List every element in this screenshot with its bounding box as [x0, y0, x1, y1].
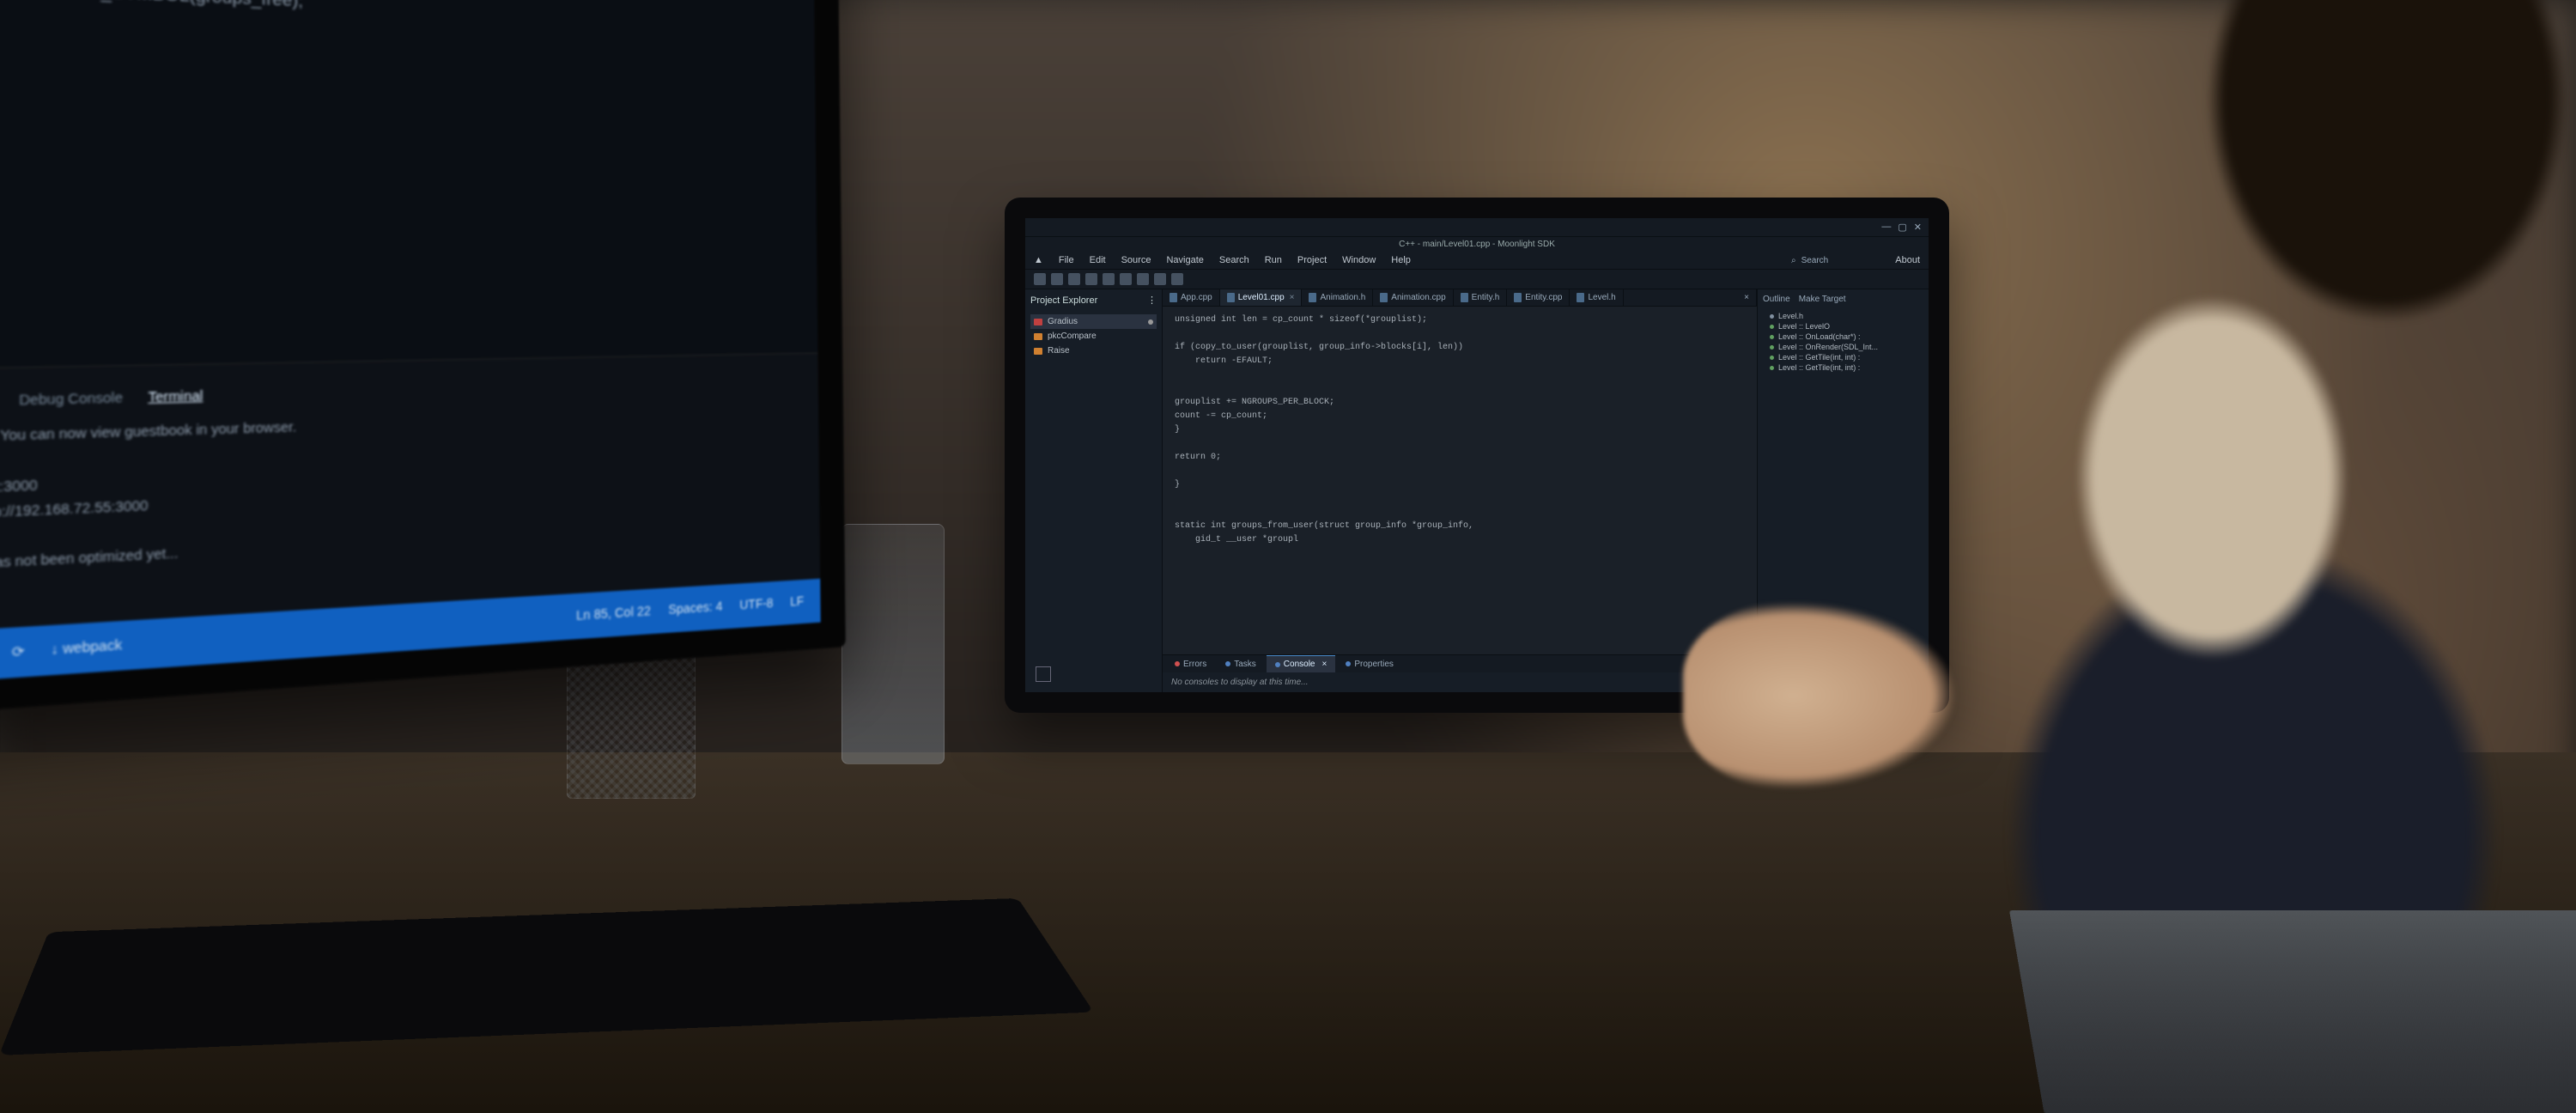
laptop-screen: — ▢ ✕ C++ - main/Level01.cpp - Moonlight…	[1005, 198, 1949, 713]
status-item[interactable]: UTF-8	[739, 589, 774, 621]
bottom-tab-errors[interactable]: Errors	[1166, 655, 1215, 672]
menu-project[interactable]: Project	[1297, 255, 1327, 265]
status-dot-icon	[1346, 661, 1351, 666]
search-icon: ⌕	[1791, 256, 1796, 265]
outline-tab[interactable]: Outline	[1763, 295, 1790, 304]
outline-node[interactable]: Level :: GetTile(int, int) :	[1763, 362, 1923, 373]
terminal-tab-terminal[interactable]: Terminal	[148, 384, 203, 410]
bullet-icon	[1770, 335, 1774, 339]
console-output: No consoles to display at this time...	[1163, 672, 1757, 692]
file-icon	[1577, 293, 1584, 302]
water-glass-prop	[841, 524, 945, 764]
monitor-code-area: group_info->blocks[i] = group_info->smal…	[22, 0, 782, 41]
outline-node[interactable]: Level :: LevelO	[1763, 321, 1923, 331]
bullet-icon	[1770, 366, 1774, 370]
search-placeholder: Search	[1801, 256, 1829, 265]
window-title: C++ - main/Level01.cpp - Moonlight SDK	[1025, 237, 1929, 252]
status-dot-icon	[1225, 661, 1230, 666]
tab-app-cpp[interactable]: App.cpp	[1163, 289, 1220, 306]
tab-animation-cpp[interactable]: Animation.cpp	[1373, 289, 1453, 306]
maximize-icon[interactable]: ▢	[1898, 222, 1906, 233]
project-explorer-title: Project Explorer	[1030, 295, 1097, 306]
app-logo-icon: ▲	[1034, 255, 1043, 265]
bottom-tab-console[interactable]: Console×	[1267, 655, 1336, 672]
menu-source[interactable]: Source	[1121, 255, 1151, 265]
file-icon	[1461, 293, 1468, 302]
status-item[interactable]: Spaces: 4	[668, 592, 722, 625]
folder-icon	[1034, 319, 1042, 325]
toolbar-run-icon[interactable]	[1103, 273, 1115, 285]
explorer-view-icon[interactable]	[1036, 666, 1051, 682]
outline-panel: Outline Make Target Level.h Level :: Lev…	[1757, 289, 1929, 692]
file-icon	[1227, 293, 1235, 302]
tab-animation-h[interactable]: Animation.h	[1302, 289, 1373, 306]
folder-icon	[1034, 348, 1042, 355]
folder-icon	[1034, 333, 1042, 340]
tab-entity-h[interactable]: Entity.h	[1454, 289, 1508, 306]
menu-file[interactable]: File	[1059, 255, 1074, 265]
menu-navigate[interactable]: Navigate	[1166, 255, 1203, 265]
project-item-raise[interactable]: Raise	[1030, 344, 1157, 358]
panel-menu-icon[interactable]: ⋮	[1147, 295, 1157, 306]
close-icon[interactable]: ✕	[1914, 222, 1922, 233]
status-item[interactable]: ⟳	[12, 643, 25, 660]
editor-tab-bar: App.cppLevel01.cpp×Animation.hAnimation.…	[1163, 289, 1757, 307]
status-item[interactable]: ↓ webpack	[51, 637, 122, 658]
laptop-keyboard-deck	[2009, 910, 2576, 1113]
toolbar-search-icon[interactable]	[1154, 273, 1166, 285]
menu-help[interactable]: Help	[1391, 255, 1411, 265]
window-controls: — ▢ ✕	[1025, 218, 1929, 237]
toolbar-settings-icon[interactable]	[1171, 273, 1183, 285]
status-item[interactable]: LF	[790, 587, 804, 617]
toolbar-debug-icon[interactable]	[1120, 273, 1132, 285]
status-item[interactable]: Ln 85, Col 22	[576, 596, 651, 631]
tab-close-icon[interactable]: ×	[1322, 660, 1327, 669]
project-explorer-panel: Project Explorer ⋮ GradiuspkcCompareRais…	[1025, 289, 1163, 692]
file-icon	[1309, 293, 1316, 302]
search-box[interactable]: ⌕ Search	[1791, 256, 1828, 265]
file-icon	[1514, 293, 1522, 302]
bottom-panel-tabs: ErrorsTasksConsole×Properties	[1163, 654, 1757, 672]
bullet-icon	[1770, 356, 1774, 360]
minimize-icon[interactable]: —	[1881, 222, 1891, 233]
file-icon	[1380, 293, 1388, 302]
menu-window[interactable]: Window	[1342, 255, 1376, 265]
menu-bar: ▲ File Edit Source Navigate Search Run Project…	[1025, 252, 1929, 270]
project-item-pkccompare[interactable]: pkcCompare	[1030, 329, 1157, 344]
tab-level-h[interactable]: Level.h	[1570, 289, 1623, 306]
project-item-gradius[interactable]: Gradius	[1030, 314, 1157, 329]
tab-bar-close-icon[interactable]: ×	[1737, 289, 1757, 306]
tab-close-icon[interactable]: ×	[1290, 293, 1295, 302]
outline-node[interactable]: Level :: OnRender(SDL_Int...	[1763, 342, 1923, 352]
bullet-icon	[1770, 345, 1774, 350]
toolbar-save-all-icon[interactable]	[1068, 273, 1080, 285]
file-icon	[1170, 293, 1177, 302]
menu-edit[interactable]: Edit	[1090, 255, 1106, 265]
toolbar-stop-icon[interactable]	[1137, 273, 1149, 285]
external-monitor: group_info->blocks[i] = group_info->smal…	[0, 0, 846, 726]
toolbar-save-icon[interactable]	[1051, 273, 1063, 285]
tab-entity-cpp[interactable]: Entity.cpp	[1507, 289, 1570, 306]
toolbar-new-icon[interactable]	[1034, 273, 1046, 285]
laptop: — ▢ ✕ C++ - main/Level01.cpp - Moonlight…	[1005, 198, 1949, 782]
menu-run[interactable]: Run	[1265, 255, 1282, 265]
toolbar-build-icon[interactable]	[1085, 273, 1097, 285]
outline-root[interactable]: Level.h	[1763, 311, 1923, 321]
monitor-terminal-output: Live link is activated. You can now view…	[0, 402, 795, 583]
outline-node[interactable]: Level :: GetTile(int, int) :	[1763, 352, 1923, 362]
about-link[interactable]: About	[1895, 255, 1920, 265]
outline-node[interactable]: Level :: OnLoad(char*) :	[1763, 331, 1923, 342]
bullet-icon	[1770, 325, 1774, 329]
code-editor[interactable]: unsigned int len = cp_count * sizeof(*gr…	[1163, 307, 1757, 654]
menu-search[interactable]: Search	[1219, 255, 1249, 265]
toolbar	[1025, 270, 1929, 289]
status-dot-icon	[1275, 662, 1280, 667]
bottom-tab-properties[interactable]: Properties	[1337, 655, 1402, 672]
bottom-tab-tasks[interactable]: Tasks	[1217, 655, 1265, 672]
editor-area: App.cppLevel01.cpp×Animation.hAnimation.…	[1163, 289, 1757, 692]
make-target-tab[interactable]: Make Target	[1799, 295, 1846, 304]
tab-level01-cpp[interactable]: Level01.cpp×	[1220, 289, 1303, 306]
status-dot-icon	[1175, 661, 1180, 666]
terminal-tab-debug-console[interactable]: Debug Console	[19, 386, 123, 413]
